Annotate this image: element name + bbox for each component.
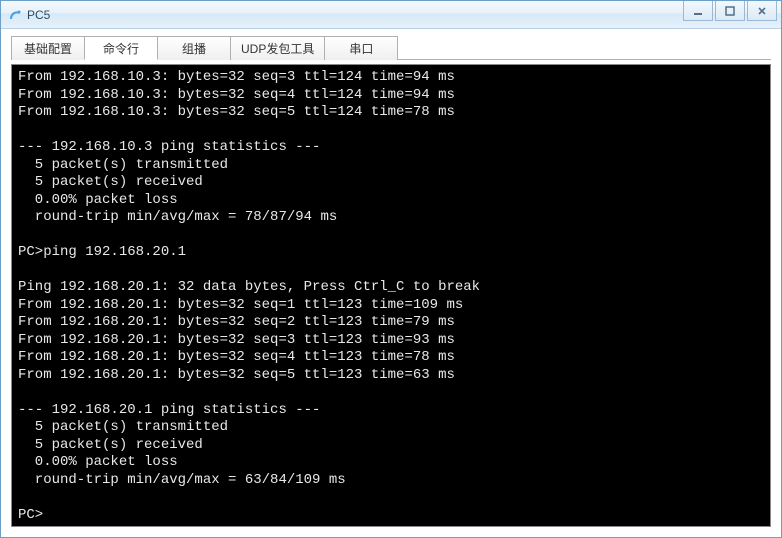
minimize-button[interactable]	[683, 1, 713, 21]
window-controls	[683, 1, 781, 28]
tab-udp-tool[interactable]: UDP发包工具	[230, 36, 325, 60]
app-icon	[7, 7, 23, 23]
terminal[interactable]: From 192.168.10.3: bytes=32 seq=3 ttl=12…	[11, 64, 771, 527]
tab-label: 组播	[182, 40, 206, 57]
tab-label: UDP发包工具	[241, 40, 314, 57]
app-window: PC5 基础配置 命令行 组播 UDP发包工具 串口 From 192.168.…	[0, 0, 782, 538]
tab-command-line[interactable]: 命令行	[84, 36, 158, 60]
close-button[interactable]	[747, 1, 777, 21]
tab-bar: 基础配置 命令行 组播 UDP发包工具 串口	[11, 35, 771, 60]
tab-bar-container: 基础配置 命令行 组播 UDP发包工具 串口	[1, 29, 781, 60]
title-bar[interactable]: PC5	[1, 1, 781, 29]
tab-multicast[interactable]: 组播	[157, 36, 231, 60]
window-title: PC5	[27, 8, 50, 22]
tab-basic-config[interactable]: 基础配置	[11, 36, 85, 60]
tab-label: 基础配置	[24, 40, 72, 57]
terminal-container: From 192.168.10.3: bytes=32 seq=3 ttl=12…	[1, 60, 781, 537]
tab-label: 命令行	[103, 40, 139, 57]
maximize-button[interactable]	[715, 1, 745, 21]
tab-serial[interactable]: 串口	[324, 36, 398, 60]
tab-label: 串口	[349, 40, 373, 57]
